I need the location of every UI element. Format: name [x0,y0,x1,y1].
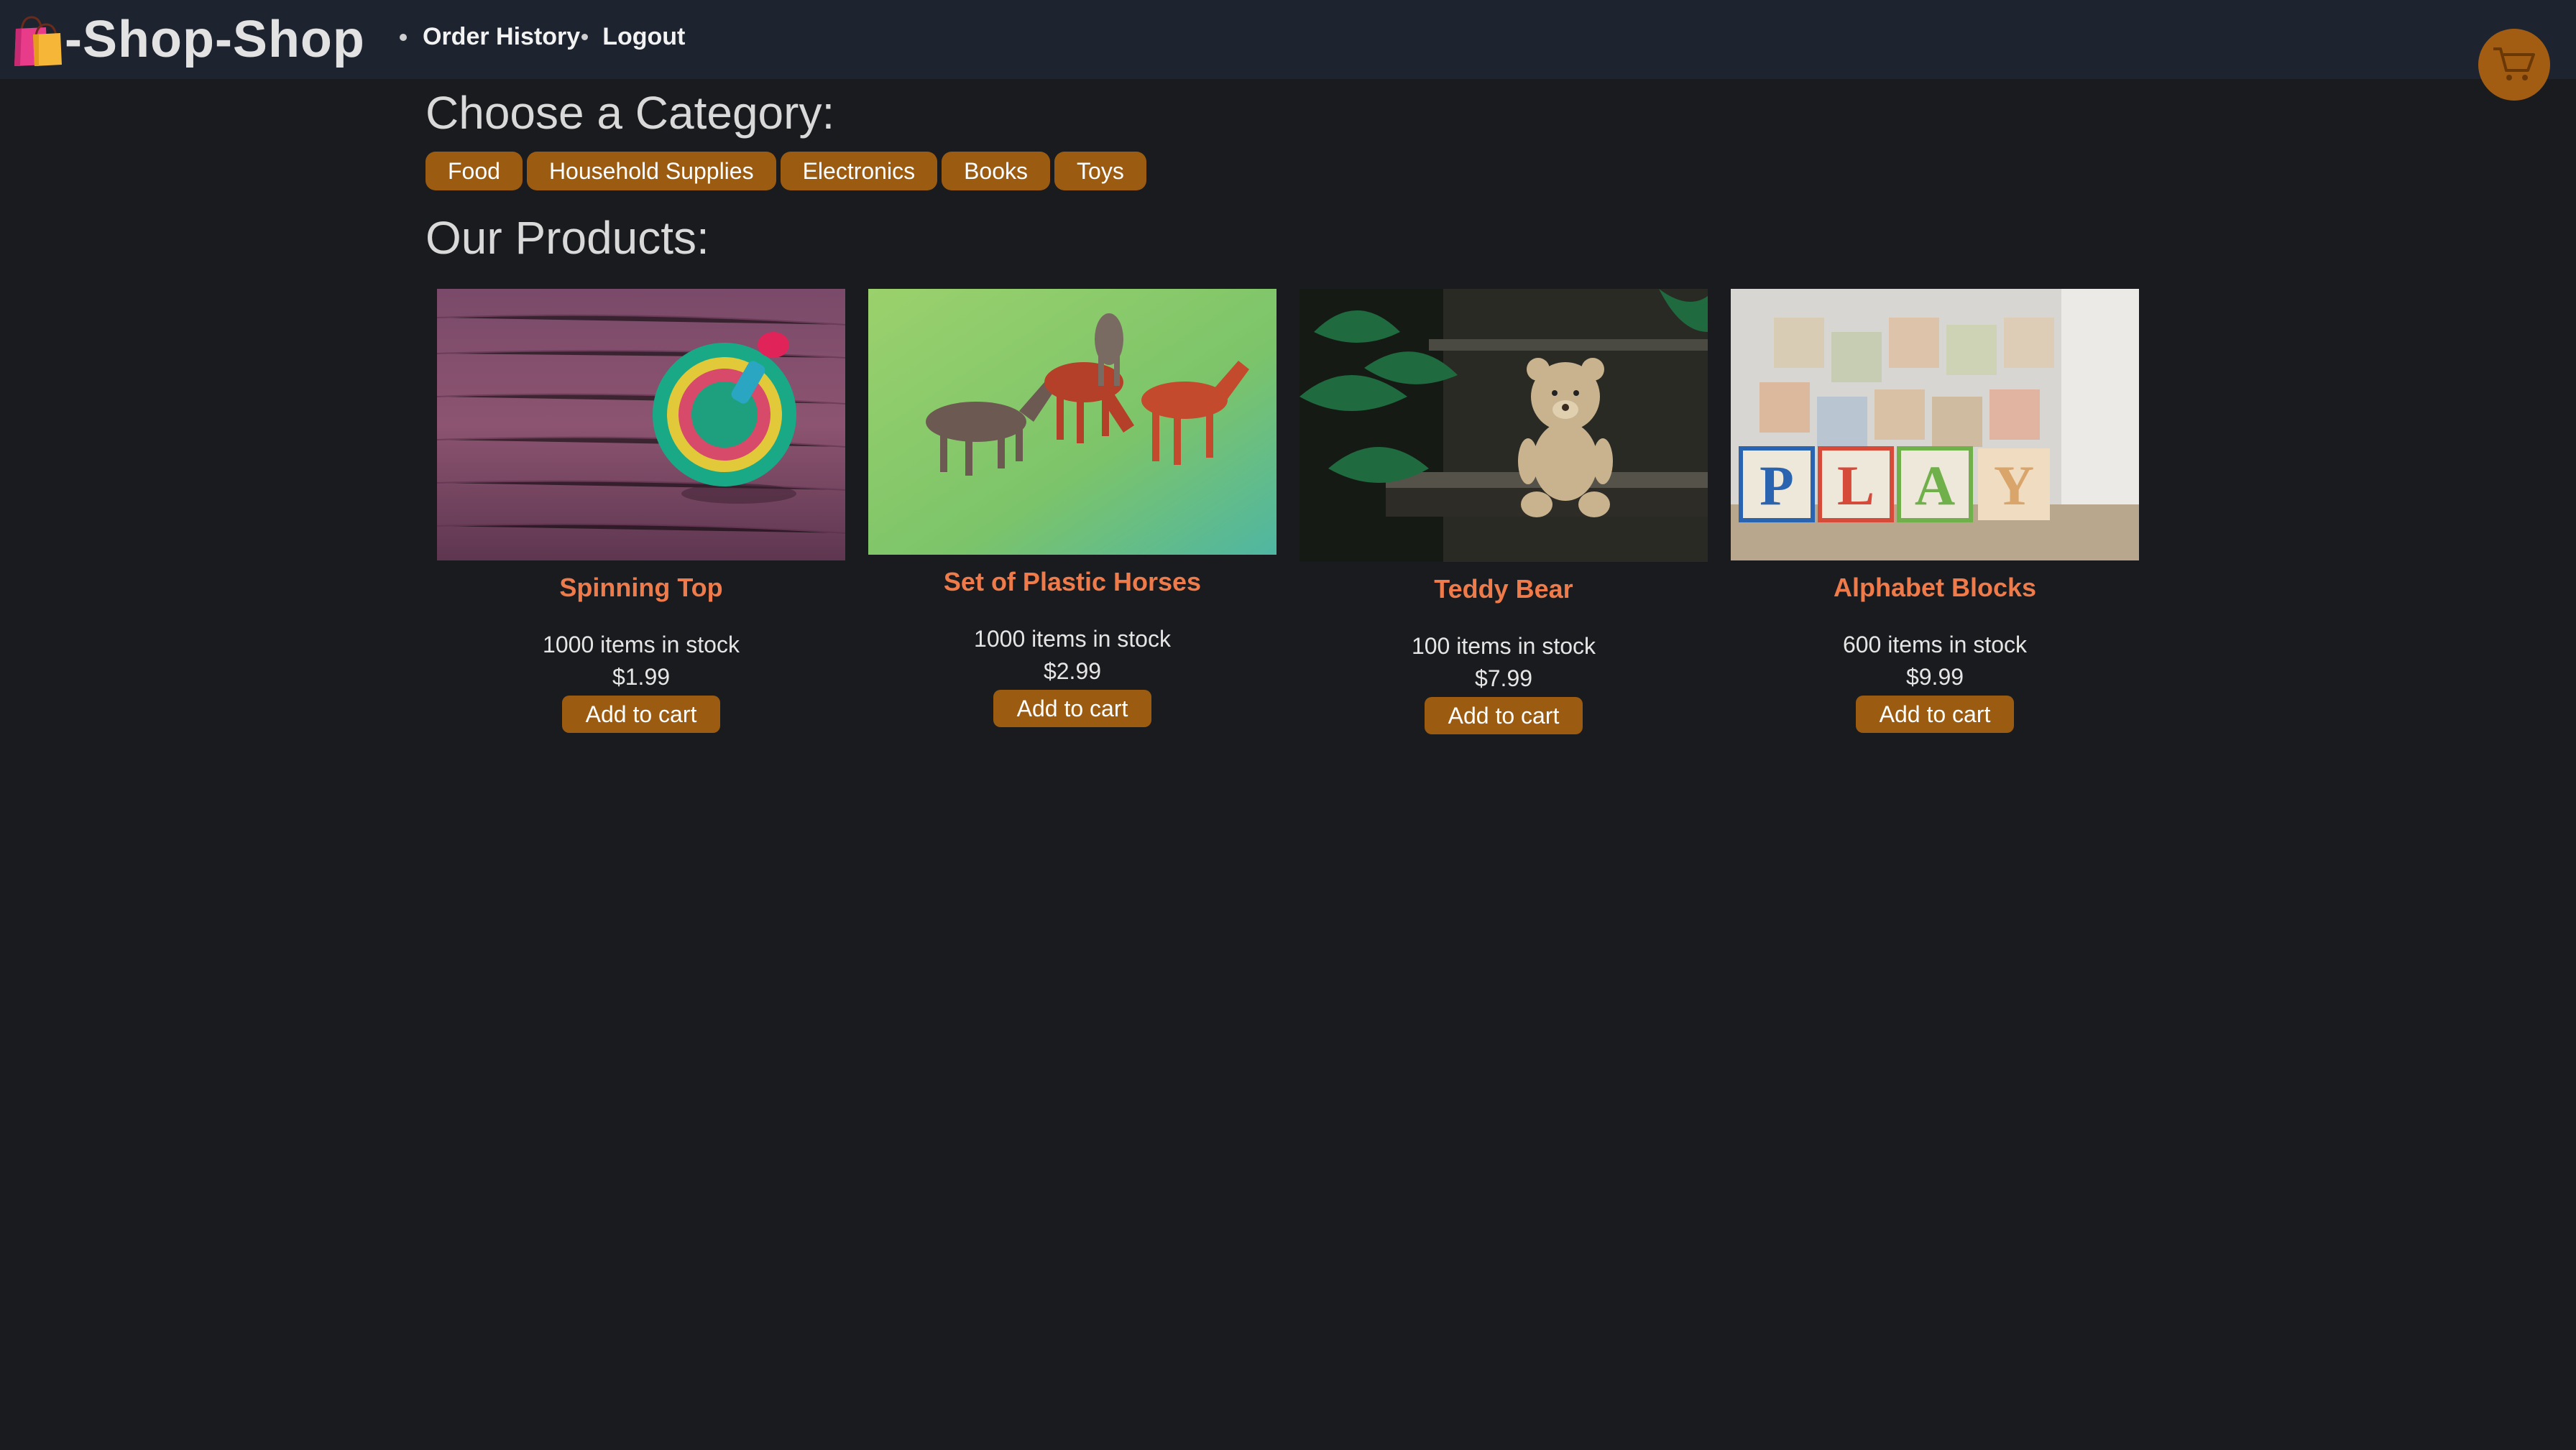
svg-text:A: A [1915,454,1955,517]
category-books-button[interactable]: Books [942,152,1051,190]
product-name[interactable]: Set of Plastic Horses [868,568,1276,596]
product-price: $1.99 [612,663,671,690]
category-household-supplies-button[interactable]: Household Supplies [526,152,776,190]
nav-links: Order History Logout [400,23,685,51]
teddy-bear-photo[interactable] [1300,289,1708,562]
nav-order-history[interactable]: Order History [423,23,580,51]
cart-icon [2493,47,2535,80]
category-food-button[interactable]: Food [426,152,523,190]
add-to-cart-button[interactable]: Add to cart [1855,695,2015,733]
spinning-top-photo[interactable] [437,289,845,560]
brand-logo-link[interactable]: -Shop-Shop [12,6,365,73]
nav-logout[interactable]: Logout [602,23,685,51]
product-stock: 600 items in stock [1842,631,2028,657]
product-name[interactable]: Alphabet Blocks [1731,573,2139,602]
category-electronics-button[interactable]: Electronics [780,152,938,190]
plastic-horses-photo[interactable] [868,289,1276,555]
svg-text:Y: Y [1994,454,2034,517]
product-stock: 100 items in stock [1411,632,1596,659]
brand-name: -Shop-Shop [65,11,365,68]
product-price: $2.99 [1043,657,1102,684]
product-card: P L A Y Alphabet Blocks 600 items in sto… [1731,289,2139,733]
shopping-bags-icon [14,16,62,66]
alphabet-blocks-photo[interactable]: P L A Y [1731,289,2139,560]
svg-text:P: P [1760,454,1794,517]
add-to-cart-button[interactable]: Add to cart [1424,696,1583,734]
product-stock: 1000 items in stock [543,631,740,657]
add-to-cart-button[interactable]: Add to cart [561,695,721,733]
product-card: Spinning Top 1000 items in stock $1.99 A… [437,289,845,733]
category-list: Food Household Supplies Electronics Book… [426,152,1146,190]
product-stock: 1000 items in stock [974,625,1171,652]
nav-bullet [581,34,589,40]
category-heading: Choose a Category: [426,87,835,139]
products-heading: Our Products: [426,212,709,264]
product-price: $7.99 [1474,665,1533,691]
product-card: Teddy Bear 100 items in stock $7.99 Add … [1300,289,1708,734]
top-navbar: -Shop-Shop Order History Logout [0,0,2576,79]
product-name[interactable]: Teddy Bear [1300,575,1708,604]
svg-text:L: L [1837,454,1874,517]
product-name[interactable]: Spinning Top [437,573,845,602]
product-price: $9.99 [1905,663,1964,690]
category-toys-button[interactable]: Toys [1054,152,1146,190]
add-to-cart-button[interactable]: Add to cart [993,689,1152,727]
cart-button[interactable] [2478,29,2550,101]
product-card: Set of Plastic Horses 1000 items in stoc… [868,289,1276,727]
nav-bullet [400,33,407,41]
